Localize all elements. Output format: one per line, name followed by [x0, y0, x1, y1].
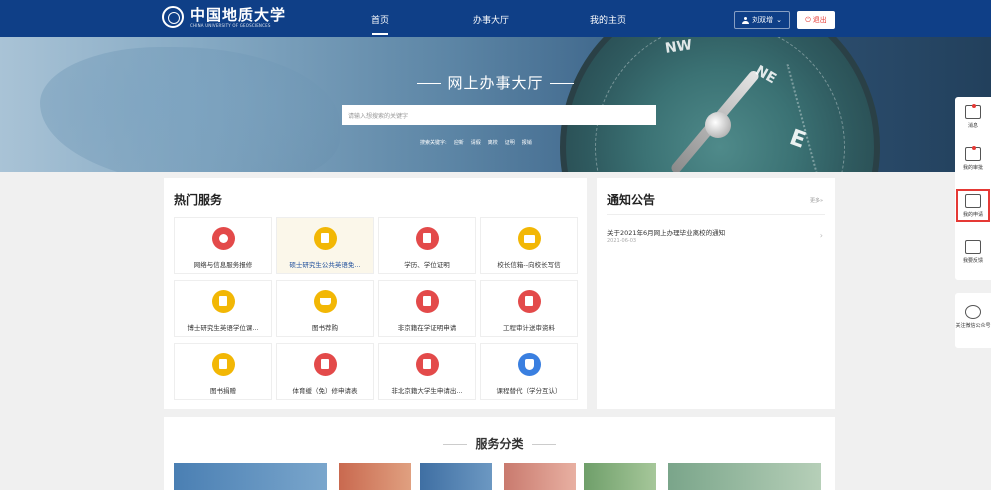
power-icon: ⏻ [805, 15, 811, 24]
category-card[interactable] [420, 463, 492, 490]
document-icon [212, 353, 235, 376]
categories-title: 服务分类 [164, 435, 835, 452]
chevron-down-icon: ⌄ [776, 16, 782, 24]
hot-services-title: 热门服务 [174, 193, 223, 207]
category-card[interactable] [339, 463, 411, 490]
divider [607, 214, 825, 215]
keyword-link[interactable]: 证明 [505, 139, 515, 146]
shield-icon [518, 353, 541, 376]
top-nav-bar: 中国地质大学 CHINA UNIVERSITY OF GEOSCIENCES 首… [0, 0, 991, 37]
document-icon [416, 227, 439, 250]
service-tile[interactable]: 博士研究生英语学位课... [174, 280, 272, 337]
notice-item-date: 2021-06-03 [607, 238, 637, 244]
notice-panel: 通知公告 更多» 关于2021年6月网上办理毕业离校的通知 2021-06-03… [597, 178, 835, 409]
service-tile[interactable]: 硕士研究生公共英语免... [276, 217, 374, 274]
sidebar-item-approvals[interactable]: 我的审批 [955, 146, 991, 171]
keyword-link[interactable]: 离校 [488, 139, 498, 146]
nav-service-hall[interactable]: 办事大厅 [473, 13, 509, 26]
feedback-icon [965, 240, 981, 254]
logout-label: 退出 [812, 16, 827, 24]
sidebar-item-label: 我的申请 [962, 212, 983, 218]
world-map-graphic [40, 47, 340, 172]
hero-banner: NW NE E 网上办事大厅 请输入想搜索的关键字 搜索关键字: 迎新 请假 离… [0, 37, 991, 172]
keyword-link[interactable]: 迎新 [454, 139, 464, 146]
compass-icon [212, 227, 235, 250]
notification-dot [972, 104, 976, 108]
service-tile[interactable]: 体育缓（免）修申请表 [276, 343, 374, 400]
service-tile[interactable]: 图书捐赠 [174, 343, 272, 400]
user-menu-button[interactable]: 刘双增 ⌄ [734, 11, 790, 29]
university-logo[interactable]: 中国地质大学 CHINA UNIVERSITY OF GEOSCIENCES [162, 6, 286, 28]
keywords-label: 搜索关键字: [420, 140, 447, 146]
document-icon [416, 353, 439, 376]
notice-title: 通知公告 [607, 193, 656, 207]
nav-my-page[interactable]: 我的主页 [590, 13, 626, 26]
hot-services-panel: 热门服务 网络与信息服务报修 硕士研究生公共英语免... 学历、学位证明 校长信… [164, 178, 587, 409]
logo-subtitle: CHINA UNIVERSITY OF GEOSCIENCES [190, 22, 271, 28]
notification-dot [972, 146, 976, 150]
document-icon [314, 227, 337, 250]
sidebar-item-label: 消息 [967, 123, 978, 129]
logout-button[interactable]: ⏻ 退出 [797, 11, 835, 29]
sidebar-item-label: 我的审批 [962, 165, 983, 171]
document-icon [212, 290, 235, 313]
category-card[interactable] [584, 463, 656, 490]
chevron-right-icon: › [819, 231, 823, 240]
keyword-link[interactable]: 报销 [522, 139, 532, 146]
more-link[interactable]: 更多» [810, 197, 823, 204]
search-input[interactable]: 请输入想搜索的关键字 [342, 105, 656, 125]
keyword-link[interactable]: 请假 [471, 139, 481, 146]
mail-icon [518, 227, 541, 250]
service-tile[interactable]: 图书荐购 [276, 280, 374, 337]
service-tile[interactable]: 非北京籍大学生申请出... [378, 343, 476, 400]
sidebar-item-label: 我要反馈 [962, 258, 983, 264]
service-tile[interactable]: 学历、学位证明 [378, 217, 476, 274]
logo-title: 中国地质大学 [190, 5, 287, 24]
cart-icon [314, 290, 337, 313]
wechat-icon [965, 305, 981, 319]
nav-home[interactable]: 首页 [371, 13, 389, 35]
sidebar-item-applications[interactable]: 我的申请 [955, 189, 991, 222]
document-icon [416, 290, 439, 313]
banner-title: 网上办事大厅 [0, 72, 991, 93]
highlight-box: 我的申请 [956, 189, 990, 222]
sidebar-item-feedback[interactable]: 我要反馈 [955, 240, 991, 264]
application-icon [965, 194, 981, 208]
approval-icon [965, 146, 981, 161]
user-icon [742, 16, 750, 24]
user-name: 刘双增 [752, 16, 774, 24]
sidebar-item-messages[interactable]: 消息 [955, 104, 991, 129]
document-icon [518, 290, 541, 313]
university-seal-icon [162, 6, 184, 28]
category-card[interactable] [174, 463, 327, 490]
service-tile[interactable]: 网络与信息服务报修 [174, 217, 272, 274]
sidebar-item-label: 关注微信公众号 [955, 323, 991, 329]
service-categories-panel: 服务分类 [164, 417, 835, 490]
category-card[interactable] [668, 463, 821, 490]
service-tile[interactable]: 校长信箱--向校长写信 [480, 217, 578, 274]
message-icon [965, 104, 981, 119]
search-keywords: 搜索关键字: 迎新 请假 离校 证明 报销 [420, 139, 532, 146]
document-icon [314, 353, 337, 376]
category-card[interactable] [504, 463, 576, 490]
service-tile[interactable]: 非京籍在学证明申请 [378, 280, 476, 337]
sidebar-item-wechat[interactable]: 关注微信公众号 [955, 305, 991, 329]
service-tile[interactable]: 工程审计送审资料 [480, 280, 578, 337]
notice-item-title[interactable]: 关于2021年6月网上办理毕业离校的通知 [607, 227, 725, 237]
service-tile[interactable]: 课程替代（学分互认） [480, 343, 578, 400]
